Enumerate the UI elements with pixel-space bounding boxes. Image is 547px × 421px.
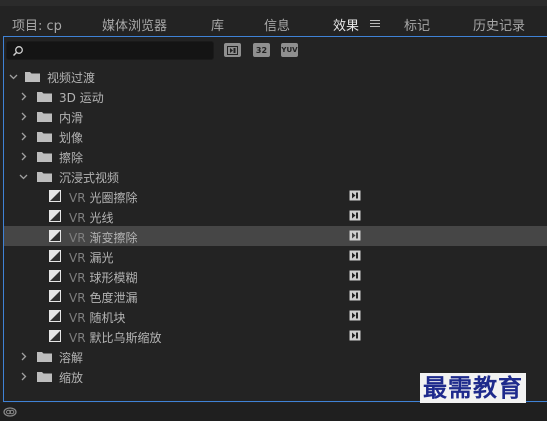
- folder-label: 缩放: [59, 371, 84, 385]
- folder-icon: [37, 112, 52, 122]
- folder-icon: [37, 352, 52, 362]
- chevron-right-icon[interactable]: [19, 372, 28, 381]
- tab-effects-label: 效果: [333, 19, 360, 34]
- accelerated-effects-icon: [349, 290, 361, 301]
- effect-item-vr-iris-wipe[interactable]: VR 光圈擦除: [4, 186, 547, 206]
- effect-item-vr-light-rays[interactable]: VR 光线: [4, 206, 547, 226]
- tree-folder-slide[interactable]: 内滑: [4, 106, 547, 126]
- tree-folder-immersive-video[interactable]: 沉浸式视频: [4, 166, 547, 186]
- tree-folder-wipe[interactable]: 擦除: [4, 146, 547, 166]
- vr-prefix: VR: [69, 271, 86, 285]
- effect-label: 渐变擦除: [89, 231, 138, 245]
- accelerated-effects-icon: [227, 45, 238, 55]
- panel-menu-icon[interactable]: [370, 20, 380, 28]
- folder-icon: [37, 92, 52, 102]
- vr-prefix: VR: [69, 291, 86, 305]
- chevron-down-icon[interactable]: [9, 72, 18, 81]
- transition-effect-icon: [49, 330, 61, 342]
- transition-effect-icon: [49, 210, 61, 222]
- tree-folder-iris[interactable]: 划像: [4, 126, 547, 146]
- effect-label: 漏光: [89, 251, 114, 265]
- folder-icon: [37, 152, 52, 162]
- chevron-right-icon[interactable]: [19, 112, 28, 121]
- folder-icon: [37, 172, 52, 182]
- effect-item-vr-mobius-zoom[interactable]: VR 默比乌斯缩放: [4, 326, 547, 346]
- transition-effect-icon: [49, 270, 61, 282]
- accelerated-effects-icon: [349, 230, 361, 241]
- tab-info[interactable]: 信息: [264, 15, 290, 34]
- 32bit-filter-button[interactable]: 32: [253, 43, 270, 57]
- status-bar: [0, 403, 547, 421]
- chevron-right-icon[interactable]: [19, 352, 28, 361]
- folder-icon: [37, 132, 52, 142]
- vr-prefix: VR: [69, 191, 86, 205]
- folder-label: 3D 运动: [59, 91, 104, 105]
- tab-project[interactable]: 项目: cp: [12, 15, 62, 34]
- effect-item-vr-light-leaks[interactable]: VR 漏光: [4, 246, 547, 266]
- vr-prefix: VR: [69, 211, 86, 225]
- accelerated-effects-icon: [349, 330, 361, 341]
- effect-item-vr-chroma-leaks[interactable]: VR 色度泄漏: [4, 286, 547, 306]
- chevron-right-icon[interactable]: [19, 152, 28, 161]
- effect-label: 默比乌斯缩放: [89, 331, 162, 345]
- effect-label: 光线: [89, 211, 114, 225]
- effect-item-vr-gradient-wipe[interactable]: VR 渐变擦除: [4, 226, 547, 246]
- tree-folder-video-transitions[interactable]: 视频过渡: [4, 66, 547, 86]
- folder-label: 划像: [59, 131, 84, 145]
- accelerated-effects-filter-button[interactable]: [224, 43, 241, 57]
- vr-prefix: VR: [69, 311, 86, 325]
- search-input[interactable]: [25, 43, 211, 58]
- chevron-right-icon[interactable]: [19, 132, 28, 141]
- accelerated-effects-icon: [349, 250, 361, 261]
- folder-icon: [25, 72, 40, 82]
- folder-label: 擦除: [59, 151, 84, 165]
- tab-effects[interactable]: 效果: [333, 15, 407, 42]
- watermark: 最需教育: [420, 373, 526, 403]
- effect-label: 光圈擦除: [89, 191, 138, 205]
- transition-effect-icon: [49, 190, 61, 202]
- folder-label: 内滑: [59, 111, 84, 125]
- search-icon: [12, 46, 23, 57]
- vr-prefix: VR: [69, 331, 86, 345]
- vr-prefix: VR: [69, 231, 86, 245]
- folder-label: 视频过渡: [47, 71, 96, 85]
- effects-panel-window: 项目: cp 媒体浏览器 库 信息 效果 标记 历史记录 32 YUV 视频过渡…: [0, 0, 547, 421]
- tree-folder-3d-motion[interactable]: 3D 运动: [4, 86, 547, 106]
- chevron-right-icon[interactable]: [19, 92, 28, 101]
- effect-item-vr-spherical-blur[interactable]: VR 球形模糊: [4, 266, 547, 286]
- transition-effect-icon: [49, 230, 61, 242]
- transition-effect-icon: [49, 290, 61, 302]
- creative-cloud-icon[interactable]: [3, 407, 17, 417]
- effect-label: 球形模糊: [89, 271, 138, 285]
- tab-media-browser[interactable]: 媒体浏览器: [102, 15, 167, 34]
- yuv-filter-button[interactable]: YUV: [281, 43, 298, 57]
- effects-tree: 视频过渡 3D 运动 内滑 划像 擦除 沉浸式视频 VR 光圈擦除 VR 光线 …: [4, 66, 547, 386]
- accelerated-effects-icon: [349, 270, 361, 281]
- effect-item-vr-random-blocks[interactable]: VR 随机块: [4, 306, 547, 326]
- folder-label: 沉浸式视频: [59, 171, 120, 185]
- tab-history[interactable]: 历史记录: [473, 15, 525, 34]
- folder-icon: [37, 372, 52, 382]
- folder-label: 溶解: [59, 351, 84, 365]
- vr-prefix: VR: [69, 251, 86, 265]
- effect-label: 随机块: [89, 311, 126, 325]
- accelerated-effects-icon: [349, 210, 361, 221]
- tab-markers[interactable]: 标记: [404, 15, 430, 34]
- panel-tab-bar: 项目: cp 媒体浏览器 库 信息 效果 标记 历史记录: [0, 6, 547, 42]
- chevron-down-icon[interactable]: [19, 172, 28, 181]
- tree-folder-dissolve[interactable]: 溶解: [4, 346, 547, 366]
- tab-libraries[interactable]: 库: [211, 15, 224, 34]
- accelerated-effects-icon: [349, 190, 361, 201]
- transition-effect-icon: [49, 310, 61, 322]
- search-box[interactable]: [6, 41, 214, 60]
- transition-effect-icon: [49, 250, 61, 262]
- accelerated-effects-icon: [349, 310, 361, 321]
- effect-label: 色度泄漏: [89, 291, 138, 305]
